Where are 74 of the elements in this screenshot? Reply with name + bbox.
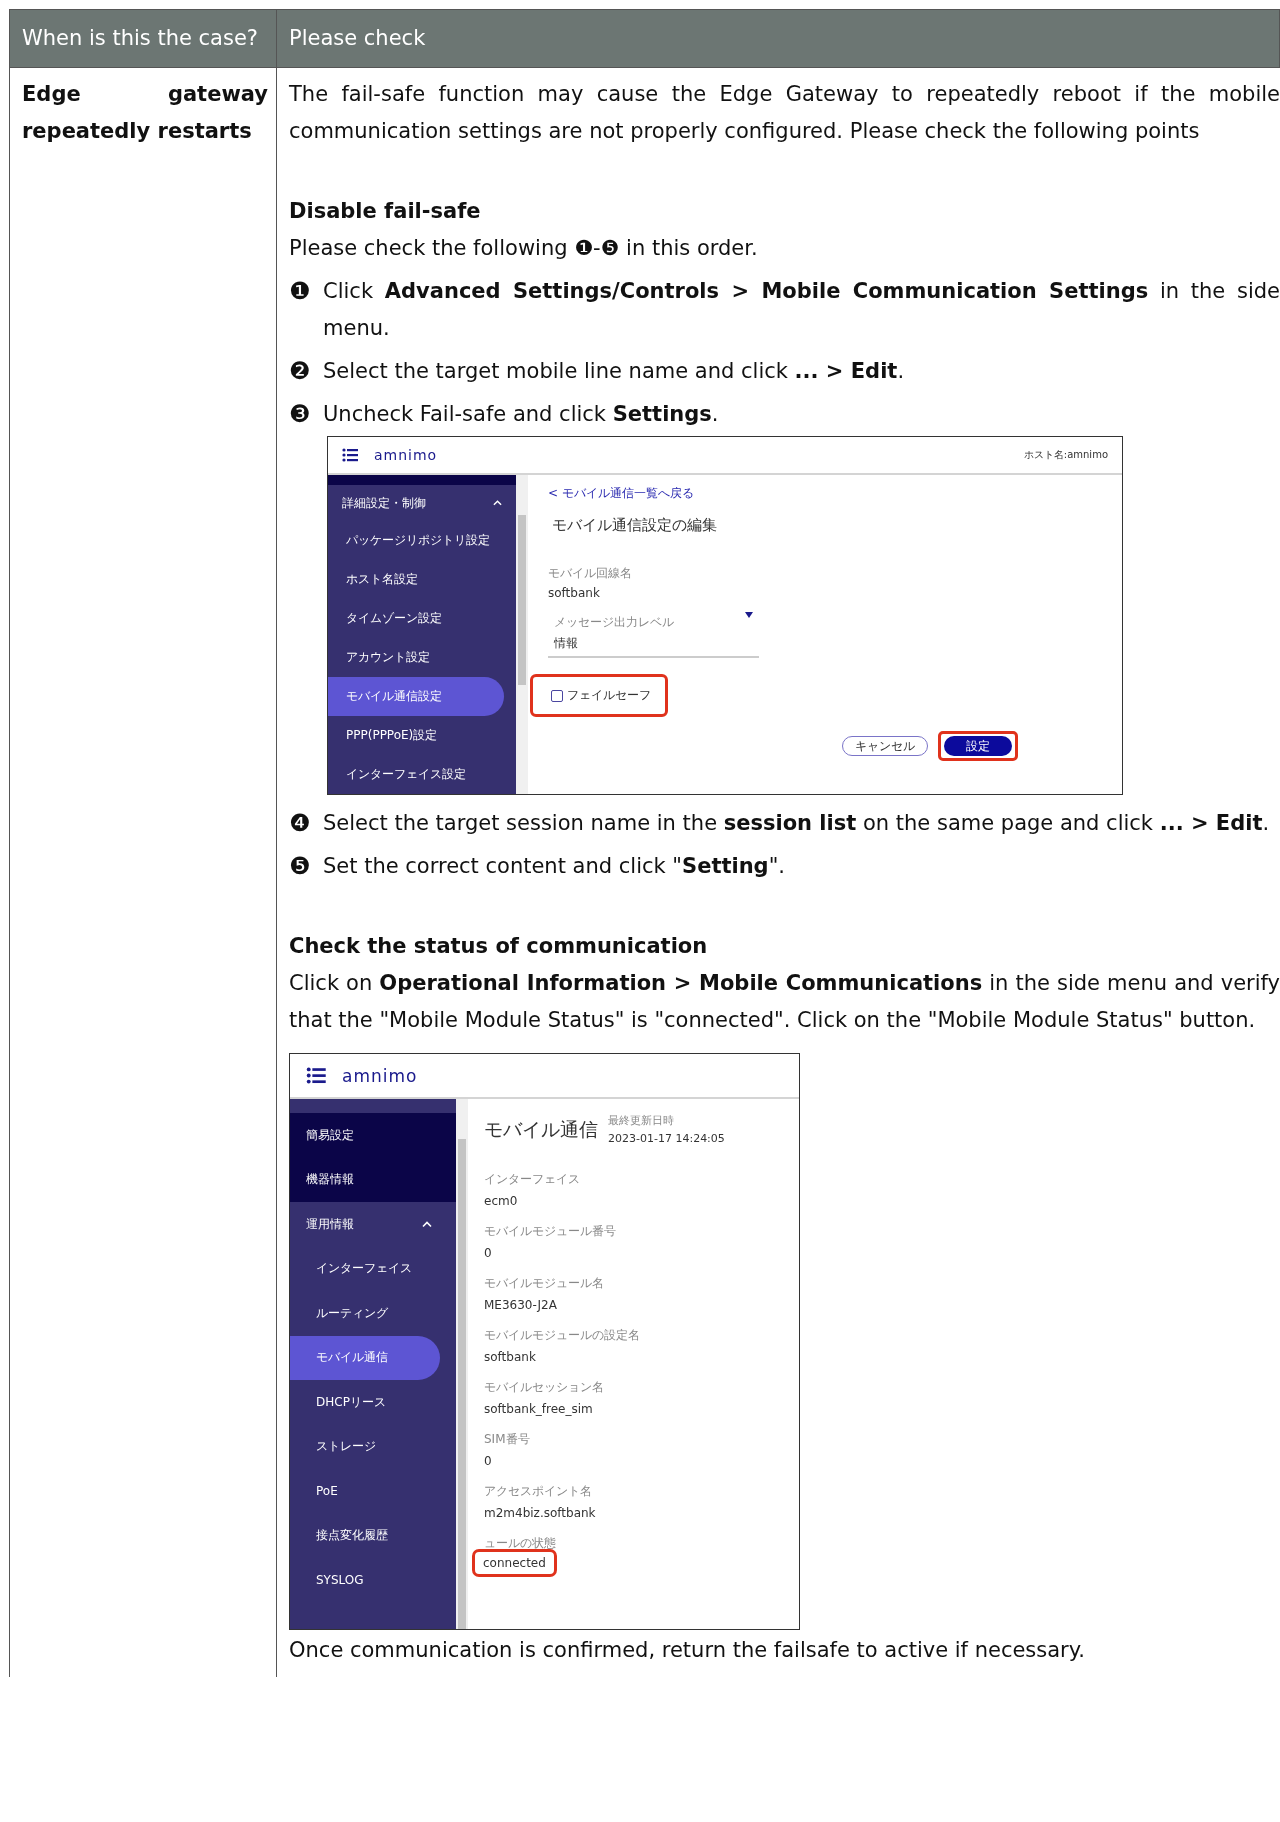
section-heading: Disable fail-safe bbox=[289, 198, 482, 225]
field-value: m2m4biz.softbank bbox=[484, 1506, 596, 1520]
menu-item[interactable]: アカウント設定 bbox=[328, 638, 504, 677]
field-value: ecm0 bbox=[484, 1194, 518, 1208]
section-heading: Check the status of communication bbox=[289, 933, 709, 960]
paragraph: Please check the following ❶-❺ in this order. bbox=[289, 235, 759, 262]
menu-item[interactable]: PoE bbox=[290, 1469, 440, 1514]
step-text: Select the target session name in the session list on the same page and click ... > Edit. bbox=[323, 810, 1270, 837]
column-header: Please check bbox=[277, 10, 1280, 68]
menu-item[interactable]: モバイル通信設定 bbox=[328, 677, 504, 716]
field-value: connected bbox=[472, 1549, 557, 1577]
menu-item[interactable]: インターフェイス bbox=[290, 1246, 440, 1291]
field-value: softbank bbox=[548, 586, 601, 600]
menu-item[interactable]: インターフェイス設定 bbox=[328, 755, 504, 794]
menu-item[interactable]: モバイル通信 bbox=[290, 1335, 440, 1380]
field-label: インターフェイス bbox=[484, 1171, 581, 1188]
menu-item[interactable]: ルーティング bbox=[290, 1291, 440, 1336]
field-label: モバイルモジュール番号 bbox=[484, 1223, 617, 1240]
menu-group[interactable]: 運用情報 bbox=[290, 1202, 456, 1247]
checkbox[interactable] bbox=[551, 689, 563, 702]
step-number: ❹ bbox=[289, 808, 312, 839]
field-value: ME3630-J2A bbox=[484, 1298, 557, 1312]
menu-item[interactable]: 接点変化履歴 bbox=[290, 1513, 440, 1558]
paragraph: The fail-safe function may cause the Edge Gateway to repeatedly reboot if the mobile communication settings are not properly configured. Please check the following points bbox=[289, 81, 1280, 145]
menu-item[interactable]: PPP(PPPoE)設定 bbox=[328, 716, 504, 755]
step-text: Select the target mobile line name and click ... > Edit. bbox=[323, 358, 905, 385]
scrollbar[interactable] bbox=[516, 475, 528, 794]
menu-item[interactable]: パッケージリポジトリ設定 bbox=[328, 521, 504, 560]
updated-label: 最終更新日時 bbox=[608, 1113, 675, 1128]
field-label: ュールの状態 bbox=[484, 1535, 557, 1552]
cancel-button[interactable]: キャンセル bbox=[842, 736, 928, 756]
logo: amnimo bbox=[374, 447, 438, 463]
level-select[interactable]: メッセージ出力レベル 情報 bbox=[548, 600, 759, 658]
menu-item[interactable]: SYSLOG bbox=[290, 1558, 440, 1603]
field-label: モバイルセッション名 bbox=[484, 1379, 605, 1396]
field-label: モバイル回線名 bbox=[548, 565, 633, 582]
field-label: SIM番号 bbox=[484, 1431, 531, 1448]
step-text: Click Advanced Settings/Controls > Mobile Communication Settings in the side menu. bbox=[323, 278, 1280, 342]
menu-item[interactable]: ストレージ bbox=[290, 1424, 440, 1469]
field-value: 0 bbox=[484, 1454, 492, 1468]
field-label: モバイルモジュールの設定名 bbox=[484, 1327, 641, 1344]
step-number: ❷ bbox=[289, 356, 312, 387]
step-number: ❺ bbox=[289, 851, 312, 882]
save-button[interactable]: 設定 bbox=[944, 736, 1012, 756]
menu-item[interactable]: 機器情報 bbox=[290, 1157, 456, 1202]
step-number: ❸ bbox=[289, 399, 312, 430]
field-label: アクセスポイント名 bbox=[484, 1483, 593, 1500]
menu-group[interactable]: 詳細設定・制御 bbox=[328, 485, 516, 521]
back-link[interactable]: < モバイル通信一覧へ戻る bbox=[548, 485, 694, 502]
logo: amnimo bbox=[342, 1065, 418, 1086]
paragraph: Click on Operational Information > Mobile Communications in the side menu and verify that the "Mobile Module Status" is "connected". Click on the "Mobile Module Status" button. bbox=[289, 970, 1280, 1034]
field-label: モバイルモジュール名 bbox=[484, 1275, 605, 1292]
dropdown-arrow-icon bbox=[745, 612, 753, 618]
field-value: softbank bbox=[484, 1350, 536, 1364]
checkbox-label: フェイルセーフ bbox=[567, 687, 651, 704]
page-title: モバイル通信設定の編集 bbox=[552, 516, 718, 535]
step-text: Set the correct content and click "Setting". bbox=[323, 853, 785, 880]
menu-icon[interactable] bbox=[342, 448, 358, 462]
menu-item[interactable]: DHCPリース bbox=[290, 1380, 440, 1425]
step-text: Uncheck Fail-safe and click Settings. bbox=[323, 401, 719, 428]
menu-item[interactable]: 簡易設定 bbox=[290, 1113, 456, 1158]
menu-icon[interactable] bbox=[306, 1067, 326, 1084]
menu-item[interactable]: ホスト名設定 bbox=[328, 560, 504, 599]
scrollbar[interactable] bbox=[456, 1099, 468, 1629]
case-text: Edge gateway repeatedly restarts bbox=[22, 81, 268, 145]
menu-item[interactable]: タイムゾーン設定 bbox=[328, 599, 504, 638]
step-number: ❶ bbox=[289, 276, 312, 307]
page-title: モバイル通信 bbox=[484, 1117, 598, 1142]
paragraph: Once communication is confirmed, return the failsafe to active if necessary. bbox=[289, 1637, 1086, 1664]
updated-time: 2023-01-17 14:24:05 bbox=[608, 1132, 725, 1145]
host-name: ホスト名:amnimo bbox=[1023, 448, 1108, 462]
field-value: softbank_free_sim bbox=[484, 1402, 593, 1416]
column-header: When is this the case? bbox=[10, 10, 277, 68]
field-value: 0 bbox=[484, 1246, 492, 1260]
